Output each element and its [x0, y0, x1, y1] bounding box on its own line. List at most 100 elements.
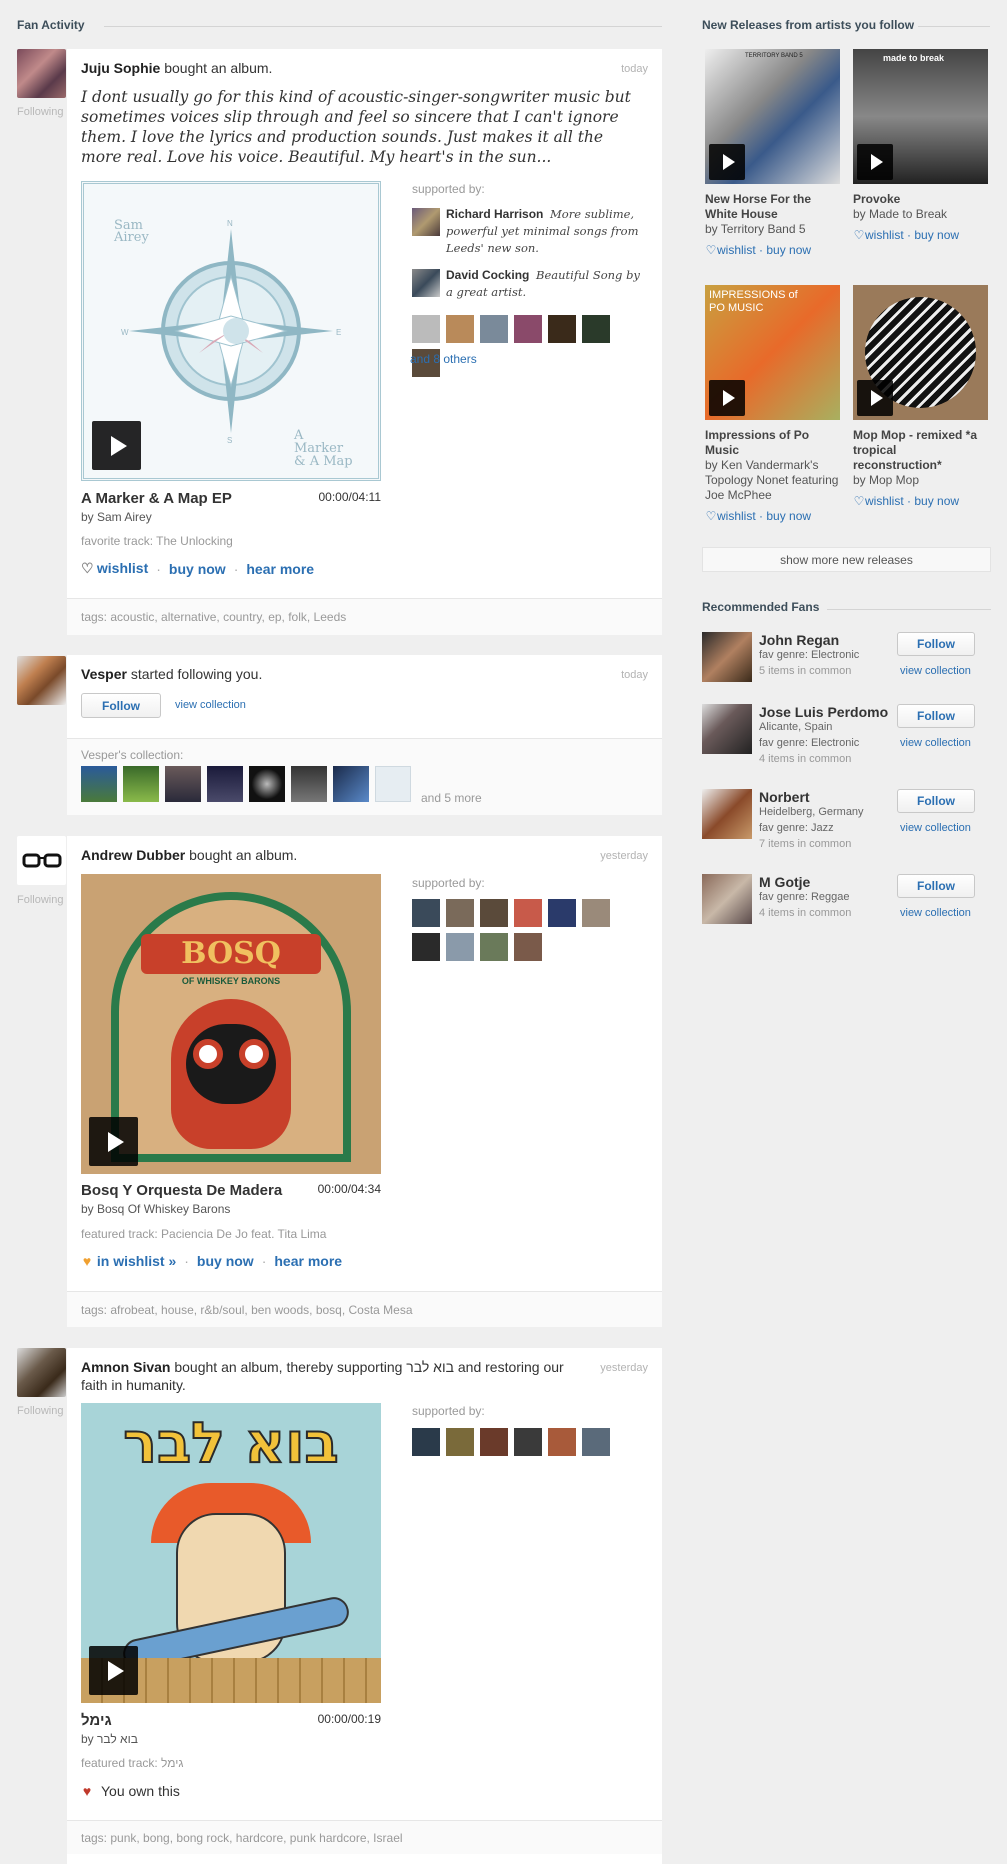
release-art[interactable]: IMPRESSIONS of PO MUSIC: [705, 285, 840, 420]
play-button[interactable]: [709, 380, 745, 416]
buy-now-link[interactable]: buy now: [914, 494, 959, 508]
artist-link[interactable]: בוא לבר: [406, 1359, 454, 1375]
release-name[interactable]: New Horse For the White House: [705, 192, 840, 222]
supporter-thumb[interactable]: [480, 1428, 508, 1456]
supporter-thumb[interactable]: [514, 1428, 542, 1456]
view-collection-link[interactable]: view collection: [900, 737, 971, 749]
avatar[interactable]: [17, 656, 66, 705]
collection-item[interactable]: [81, 766, 117, 802]
supporter-thumb[interactable]: [582, 899, 610, 927]
supporter-avatar[interactable]: [412, 208, 440, 236]
album-art[interactable]: בוא לבר: [81, 1403, 381, 1703]
user-link[interactable]: Andrew Dubber: [81, 847, 185, 863]
supporter-thumb[interactable]: [514, 899, 542, 927]
supporter-thumb[interactable]: [446, 315, 474, 343]
supporter-thumb[interactable]: [480, 899, 508, 927]
release-name[interactable]: Mop Mop - remixed *a tropical reconstruc…: [853, 428, 988, 473]
supporter-thumb[interactable]: [446, 933, 474, 961]
collection-item[interactable]: [165, 766, 201, 802]
album-artist[interactable]: by Sam Airey: [81, 510, 152, 524]
supporter-thumb[interactable]: [480, 315, 508, 343]
collection-item[interactable]: [375, 766, 411, 802]
collection-item[interactable]: [207, 766, 243, 802]
user-link[interactable]: Juju Sophie: [81, 60, 160, 76]
release-artist[interactable]: by Mop Mop: [853, 473, 988, 488]
buy-now-link[interactable]: buy now: [766, 509, 811, 523]
supporter-thumb[interactable]: [480, 933, 508, 961]
play-button[interactable]: [89, 1646, 138, 1695]
fan-name[interactable]: John Regan: [759, 632, 839, 648]
supporter-thumb[interactable]: [582, 1428, 610, 1456]
supporter-thumb[interactable]: [548, 1428, 576, 1456]
buy-now-link[interactable]: buy now: [914, 228, 959, 242]
fan-name[interactable]: Norbert: [759, 789, 810, 805]
album-title[interactable]: Bosq Y Orquesta De Madera: [81, 1182, 282, 1199]
supporter-thumb[interactable]: [412, 1428, 440, 1456]
supporter-thumb[interactable]: [548, 899, 576, 927]
supporter-thumb[interactable]: [514, 315, 542, 343]
supporter-thumb[interactable]: [446, 899, 474, 927]
release-artist[interactable]: by Made to Break: [853, 207, 988, 222]
supporter-name[interactable]: David Cocking: [446, 268, 529, 282]
follow-button[interactable]: Follow: [81, 693, 161, 718]
play-button[interactable]: [92, 421, 141, 470]
user-link[interactable]: Amnon Sivan: [81, 1359, 170, 1375]
album-art[interactable]: BOSQ OF WHISKEY BARONS: [81, 874, 381, 1174]
buy-now-link[interactable]: buy now: [766, 243, 811, 257]
wishlist-link[interactable]: ♡wishlist: [705, 243, 756, 257]
in-wishlist-link[interactable]: ♥ in wishlist »: [81, 1253, 176, 1269]
release-art[interactable]: made to break: [853, 49, 988, 184]
supporter-thumb[interactable]: [446, 1428, 474, 1456]
fan-avatar[interactable]: [702, 874, 752, 924]
avatar[interactable]: [17, 49, 66, 98]
fan-name[interactable]: Jose Luis Perdomo: [759, 704, 888, 720]
album-title[interactable]: גימל: [81, 1712, 112, 1729]
release-name[interactable]: Provoke: [853, 192, 988, 207]
and-more-link[interactable]: and 5 more: [421, 791, 482, 805]
supporter-thumb[interactable]: [412, 315, 440, 343]
album-artist[interactable]: by Bosq Of Whiskey Barons: [81, 1202, 230, 1216]
buy-now-link[interactable]: buy now: [197, 1253, 254, 1269]
follow-button[interactable]: Follow: [897, 632, 975, 656]
view-collection-link[interactable]: view collection: [900, 665, 971, 677]
show-more-releases-button[interactable]: show more new releases: [702, 547, 991, 572]
follow-button[interactable]: Follow: [897, 874, 975, 898]
album-title[interactable]: A Marker & A Map EP: [81, 490, 232, 507]
hear-more-link[interactable]: hear more: [274, 1253, 342, 1269]
supporter-avatar[interactable]: [412, 269, 440, 297]
fan-avatar[interactable]: [702, 632, 752, 682]
fan-name[interactable]: M Gotje: [759, 874, 810, 890]
view-collection-link[interactable]: view collection: [900, 822, 971, 834]
supporter-name[interactable]: Richard Harrison: [446, 207, 543, 221]
fan-avatar[interactable]: [702, 789, 752, 839]
view-collection-link[interactable]: view collection: [175, 699, 246, 711]
follow-button[interactable]: Follow: [897, 789, 975, 813]
fan-avatar[interactable]: [702, 704, 752, 754]
supporter-thumb[interactable]: [548, 315, 576, 343]
play-button[interactable]: [857, 380, 893, 416]
follow-button[interactable]: Follow: [897, 704, 975, 728]
user-link[interactable]: Vesper: [81, 666, 127, 682]
supporter-thumb[interactable]: [514, 933, 542, 961]
hear-more-link[interactable]: hear more: [246, 561, 314, 577]
play-button[interactable]: [709, 144, 745, 180]
avatar[interactable]: [17, 836, 66, 885]
release-artist[interactable]: by Territory Band 5: [705, 222, 840, 237]
collection-item[interactable]: [249, 766, 285, 802]
wishlist-link[interactable]: ♡ wishlist: [81, 560, 148, 577]
view-collection-link[interactable]: view collection: [900, 907, 971, 919]
play-button[interactable]: [857, 144, 893, 180]
and-others-link[interactable]: and 8 others: [410, 352, 477, 366]
release-art[interactable]: TERRITORY BAND 5: [705, 49, 840, 184]
release-artist[interactable]: by Ken Vandermark's Topology Nonet featu…: [705, 458, 840, 503]
supporter-thumb[interactable]: [412, 899, 440, 927]
collection-item[interactable]: [333, 766, 369, 802]
release-name[interactable]: Impressions of Po Music: [705, 428, 840, 458]
album-artist[interactable]: by בוא לבר: [81, 1732, 138, 1746]
wishlist-link[interactable]: ♡wishlist: [853, 494, 904, 508]
avatar[interactable]: [17, 1348, 66, 1397]
collection-item[interactable]: [123, 766, 159, 802]
buy-now-link[interactable]: buy now: [169, 561, 226, 577]
album-art[interactable]: Sam Airey A Marker & A Map N S E W: [81, 181, 381, 481]
supporter-thumb[interactable]: [582, 315, 610, 343]
